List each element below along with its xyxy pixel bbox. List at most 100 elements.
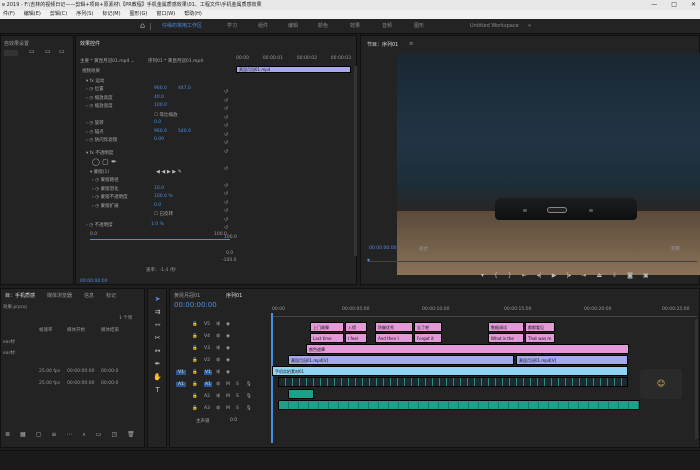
workspace-tab-graphics[interactable]: 图形: [414, 22, 424, 31]
slip-tool-icon[interactable]: ↔: [153, 347, 162, 356]
timeline-audio-a2[interactable]: [288, 389, 314, 399]
program-video-frame[interactable]: [397, 53, 700, 275]
motion-effect[interactable]: ▾ fx 运动: [86, 78, 104, 84]
prop-row[interactable]: › ◷ 缩放高度 40.0: [86, 95, 236, 104]
menu-marker[interactable]: 标记(M): [102, 10, 120, 19]
find-icon[interactable]: ⌕: [82, 431, 85, 439]
timeline-clip-v4[interactable]: 入侵: [345, 322, 367, 332]
timeline-clip-v4[interactable]: 忘了吧: [414, 322, 442, 332]
folder-icon-2[interactable]: ▭: [45, 48, 51, 55]
menu-sequence[interactable]: 序列(S): [76, 10, 93, 19]
menu-help[interactable]: 帮助(H): [184, 10, 202, 19]
timeline-clip-v4[interactable]: 防御优秀: [375, 322, 413, 332]
timeline-clip-v4[interactable]: 数据调试: [488, 322, 524, 332]
sort-icon[interactable]: ≡: [51, 431, 56, 439]
opacity-row[interactable]: › ◷ 不透明度 1.0 %: [86, 222, 164, 228]
tab-timeline-2[interactable]: 序列01: [226, 292, 242, 299]
tab-project[interactable]: 目：手机质感: [5, 292, 35, 299]
track-header-a2[interactable]: 🔒 A2 ⇶ M S 🎙: [174, 394, 270, 406]
automate-icon[interactable]: ⋯: [66, 431, 72, 439]
ec-clip-bar[interactable]: 黄昆月冠01.mp4: [236, 66, 351, 73]
opacity-effect[interactable]: ▾ fx 不透明度: [86, 150, 113, 156]
close-button[interactable]: ✕: [691, 0, 696, 10]
reset-buttons[interactable]: ↺ ↺ ↺ ↺ ↺ ↺ ↺ ↺ ↺ ↺ ↺ ↺ ↺ ↺ ↺: [224, 88, 230, 231]
prop-row[interactable]: › ◷ 位置 960.0 447.0: [86, 86, 236, 95]
tab-program-monitor[interactable]: 节目：序列01: [367, 41, 398, 48]
ec-time-ruler[interactable]: 00:00 00:00:01 00:00:02 00:00:03: [236, 56, 351, 62]
timeline-clip-v4[interactable]: 都都看见: [525, 322, 555, 332]
in-point-icon[interactable]: {: [494, 272, 498, 279]
menu-clip[interactable]: 剪辑(C): [50, 10, 67, 19]
timeline-clip-v1[interactable]: 手机实拍素材01: [272, 366, 628, 376]
menu-edit[interactable]: 编辑(E): [24, 10, 41, 19]
prop-row[interactable]: › ◷ 缩放宽度 100.0: [86, 103, 236, 112]
out-point-icon[interactable]: }: [508, 272, 512, 279]
col-header-end[interactable]: 媒体结束: [101, 327, 119, 333]
track-header-master[interactable]: 主声道 0.0: [174, 418, 270, 430]
lift-icon[interactable]: ⏏: [596, 272, 602, 279]
search-field[interactable]: [4, 50, 18, 56]
list-view-icon[interactable]: ≣: [5, 431, 10, 439]
menu-file[interactable]: 件(F): [3, 10, 15, 19]
timeline-scrollbar[interactable]: [695, 319, 698, 439]
delete-icon[interactable]: 🗑: [127, 431, 135, 439]
workspace-tab-color[interactable]: 颜色: [318, 22, 328, 31]
panel-menu-icon[interactable]: ≡: [409, 41, 413, 47]
prop-row[interactable]: › ◷ 锚点 960.0 540.0: [86, 129, 236, 138]
timeline-timecode[interactable]: 00:00:00:00: [174, 301, 217, 309]
icon-view-icon[interactable]: ▦: [20, 431, 26, 439]
timeline-clip-v3[interactable]: And then I: [375, 333, 413, 343]
new-bin-icon[interactable]: ▭: [96, 431, 102, 439]
timeline-clip-v2[interactable]: 黄昆月冠01.mp4[V]: [516, 355, 628, 365]
tab-markers[interactable]: 标记: [106, 292, 116, 299]
mask-group[interactable]: ▾ 蒙版(1): [90, 169, 109, 175]
timeline-clip-v3[interactable]: Last time: [310, 333, 344, 343]
export-frame-icon[interactable]: ◙: [627, 272, 633, 279]
workspace-tab-audio[interactable]: 音频: [382, 22, 392, 31]
prop-row[interactable]: › ◷ 防闪烁滤镜 0.00: [86, 137, 236, 146]
project-row-name[interactable]: ear材: [3, 350, 15, 356]
folder-icon-3[interactable]: ▭: [59, 48, 65, 55]
checkbox[interactable]: ☐ 等比缩放: [154, 112, 177, 118]
razor-tool-icon[interactable]: ✂: [153, 334, 162, 343]
track-header-a1[interactable]: A1 🔒 A1 ⇶ M S 🎙: [174, 382, 270, 394]
track-select-tool-icon[interactable]: ⇉: [153, 308, 162, 317]
playhead[interactable]: [271, 313, 273, 443]
track-header-v3[interactable]: 🔒 V3 ⇶ ◉: [174, 346, 270, 358]
tab-info[interactable]: 信息: [84, 292, 94, 299]
extract-icon[interactable]: ⇩: [612, 272, 617, 279]
prop-row[interactable]: ☐ 等比缩放: [86, 112, 236, 121]
timeline-clip-v3[interactable]: That was m: [525, 333, 555, 343]
go-to-in-icon[interactable]: ⇤: [522, 272, 527, 279]
mask-prop-row[interactable]: › ◷ 蒙版羽化 10.0: [92, 186, 242, 195]
fit-dropdown[interactable]: 适合: [419, 246, 428, 252]
hand-tool-icon[interactable]: ✋: [153, 373, 162, 382]
mask-track-controls[interactable]: ◀ ◀ ▶ ▶ ✎: [156, 169, 182, 175]
workspace-tab-learn[interactable]: 学习: [227, 22, 237, 31]
prop-row[interactable]: › ◷ 旋转 0.0: [86, 120, 236, 129]
play-icon[interactable]: ▶: [552, 272, 557, 279]
timeline-clip-v3[interactable]: I feel: [345, 333, 367, 343]
track-header-v5[interactable]: 🔒 V5 ⇶ ◉: [174, 322, 270, 334]
minimize-button[interactable]: —: [651, 0, 657, 10]
ripple-edit-tool-icon[interactable]: ⇿: [153, 321, 162, 330]
mask-prop-row[interactable]: ☐ 已反转: [92, 211, 242, 220]
timeline-audio-a1[interactable]: [278, 377, 628, 387]
mask-prop-row[interactable]: › ◷ 蒙版扩展 0.0: [92, 203, 242, 212]
mask-prop-row[interactable]: › ◷ 蒙版不透明度 100.0 %: [92, 194, 242, 203]
panel-tab-left[interactable]: 自效果设置: [4, 40, 29, 47]
mask-shape-tools[interactable]: ◯ ▢ ✒: [92, 158, 117, 166]
go-to-out-icon[interactable]: ⇥: [581, 272, 586, 279]
step-forward-icon[interactable]: |▸: [566, 272, 571, 279]
project-row-name[interactable]: ear材: [3, 339, 15, 345]
timeline-clip-v4[interactable]: 上门故障: [310, 322, 344, 332]
timeline-clip-v3[interactable]: What is the: [488, 333, 524, 343]
track-header-a3[interactable]: 🔒 A3 ⇶ M S 🎙: [174, 406, 270, 418]
pen-tool-icon[interactable]: ✒: [153, 360, 162, 369]
folder-icon[interactable]: ▭: [29, 48, 35, 55]
workspace-tab-custom[interactable]: 仔缘的常用工作区: [162, 22, 202, 31]
step-back-icon[interactable]: ◂|: [537, 272, 542, 279]
program-scrubber[interactable]: [367, 258, 697, 262]
opacity-slider[interactable]: [90, 239, 230, 240]
track-header-v4[interactable]: 🔒 V4 ⇶ ◉: [174, 334, 270, 346]
